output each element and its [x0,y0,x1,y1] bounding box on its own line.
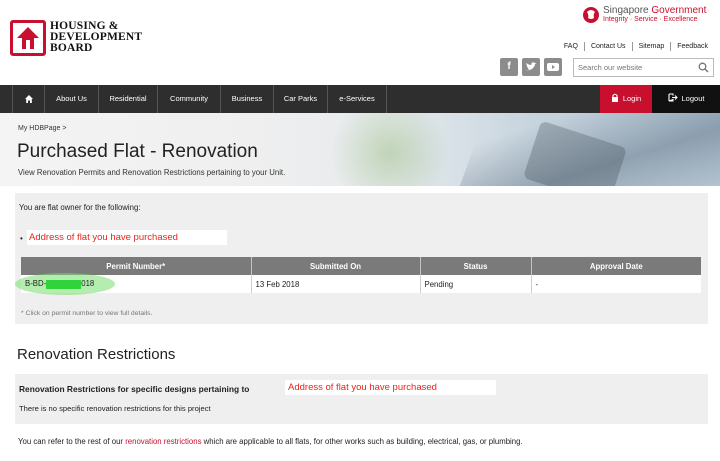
nav-residential[interactable]: Residential [99,85,158,113]
main-nav: About Us Residential Community Business … [0,85,720,113]
logo-wordmark: HOUSING & DEVELOPMENT BOARD [50,20,143,54]
logout-icon [667,93,678,102]
facebook-icon[interactable]: f [500,58,518,76]
page-title: Purchased Flat - Renovation [17,141,258,162]
table-row: B-BD- 018 13 Feb 2018 Pending - [15,273,701,295]
flat-address: Address of flat you have purchased [27,230,227,245]
col-status: Status [420,257,532,275]
nav-car-parks[interactable]: Car Parks [274,85,328,113]
restrictions-reference: You can refer to the rest of our renovat… [18,437,523,446]
no-restrictions-text: There is no specific renovation restrict… [19,404,211,413]
sg-title: Singapore Government [603,5,707,16]
nav-community[interactable]: Community [158,85,221,113]
permit-number-link[interactable]: B-BD- 018 [25,279,94,289]
search-box [573,58,714,77]
breadcrumb[interactable]: My HDBPage > [18,125,66,132]
hdb-logo[interactable]: HOUSING & DEVELOPMENT BOARD [10,20,160,58]
nav-business[interactable]: Business [221,85,274,113]
submitted-on-cell: 13 Feb 2018 [251,275,421,293]
lion-head-icon [583,7,599,23]
feedback-link[interactable]: Feedback [670,42,714,51]
bullet: • [20,234,23,243]
logout-button[interactable]: Logout [652,85,720,113]
approval-date-cell: - [531,275,701,293]
search-icon[interactable] [698,62,709,73]
lock-icon [611,93,618,102]
owner-statement: You are flat owner for the following: [19,203,141,212]
home-icon[interactable] [12,85,45,113]
singapore-government-logo[interactable]: Singapore Government Integrity · Service… [582,5,712,27]
youtube-icon[interactable] [544,58,562,76]
restrictions-title: Renovation Restrictions [17,346,176,363]
faq-link[interactable]: FAQ [558,42,584,51]
redaction-mark [46,279,82,289]
contact-us-link[interactable]: Contact Us [583,42,632,51]
search-input[interactable] [574,59,692,76]
sitemap-link[interactable]: Sitemap [631,42,671,51]
social-links: f [500,58,562,76]
nav-about-us[interactable]: About Us [45,85,99,113]
col-approval-date: Approval Date [531,257,701,275]
twitter-icon[interactable] [522,58,540,76]
owner-panel: You are flat owner for the following: • … [15,193,708,324]
restrictions-flat-address: Address of flat you have purchased [285,380,496,395]
table-header-row: Permit Number* Submitted On Status Appro… [21,257,701,275]
col-submitted-on: Submitted On [251,257,421,275]
sg-motto: Integrity · Service · Excellence [603,16,698,23]
permit-number-cell: B-BD- 018 [15,273,252,295]
restrictions-heading: Renovation Restrictions for specific des… [19,384,250,394]
page-subtitle: View Renovation Permits and Renovation R… [18,168,286,177]
house-icon [10,20,46,56]
banner-plant-image [330,113,450,186]
top-links: FAQ Contact Us Sitemap Feedback [558,42,714,51]
site-header: HOUSING & DEVELOPMENT BOARD Singapore Go… [0,0,720,84]
restrictions-panel: Renovation Restrictions for specific des… [15,374,708,424]
status-cell: Pending [420,275,532,293]
permit-note: * Click on permit number to view full de… [21,310,153,317]
renovation-restrictions-link[interactable]: renovation restrictions [125,437,201,446]
permit-table: Permit Number* Submitted On Status Appro… [15,257,701,295]
login-button[interactable]: Login [600,85,652,113]
nav-e-services[interactable]: e-Services [328,85,387,113]
page-banner: My HDBPage > Purchased Flat - Renovation… [0,113,720,186]
